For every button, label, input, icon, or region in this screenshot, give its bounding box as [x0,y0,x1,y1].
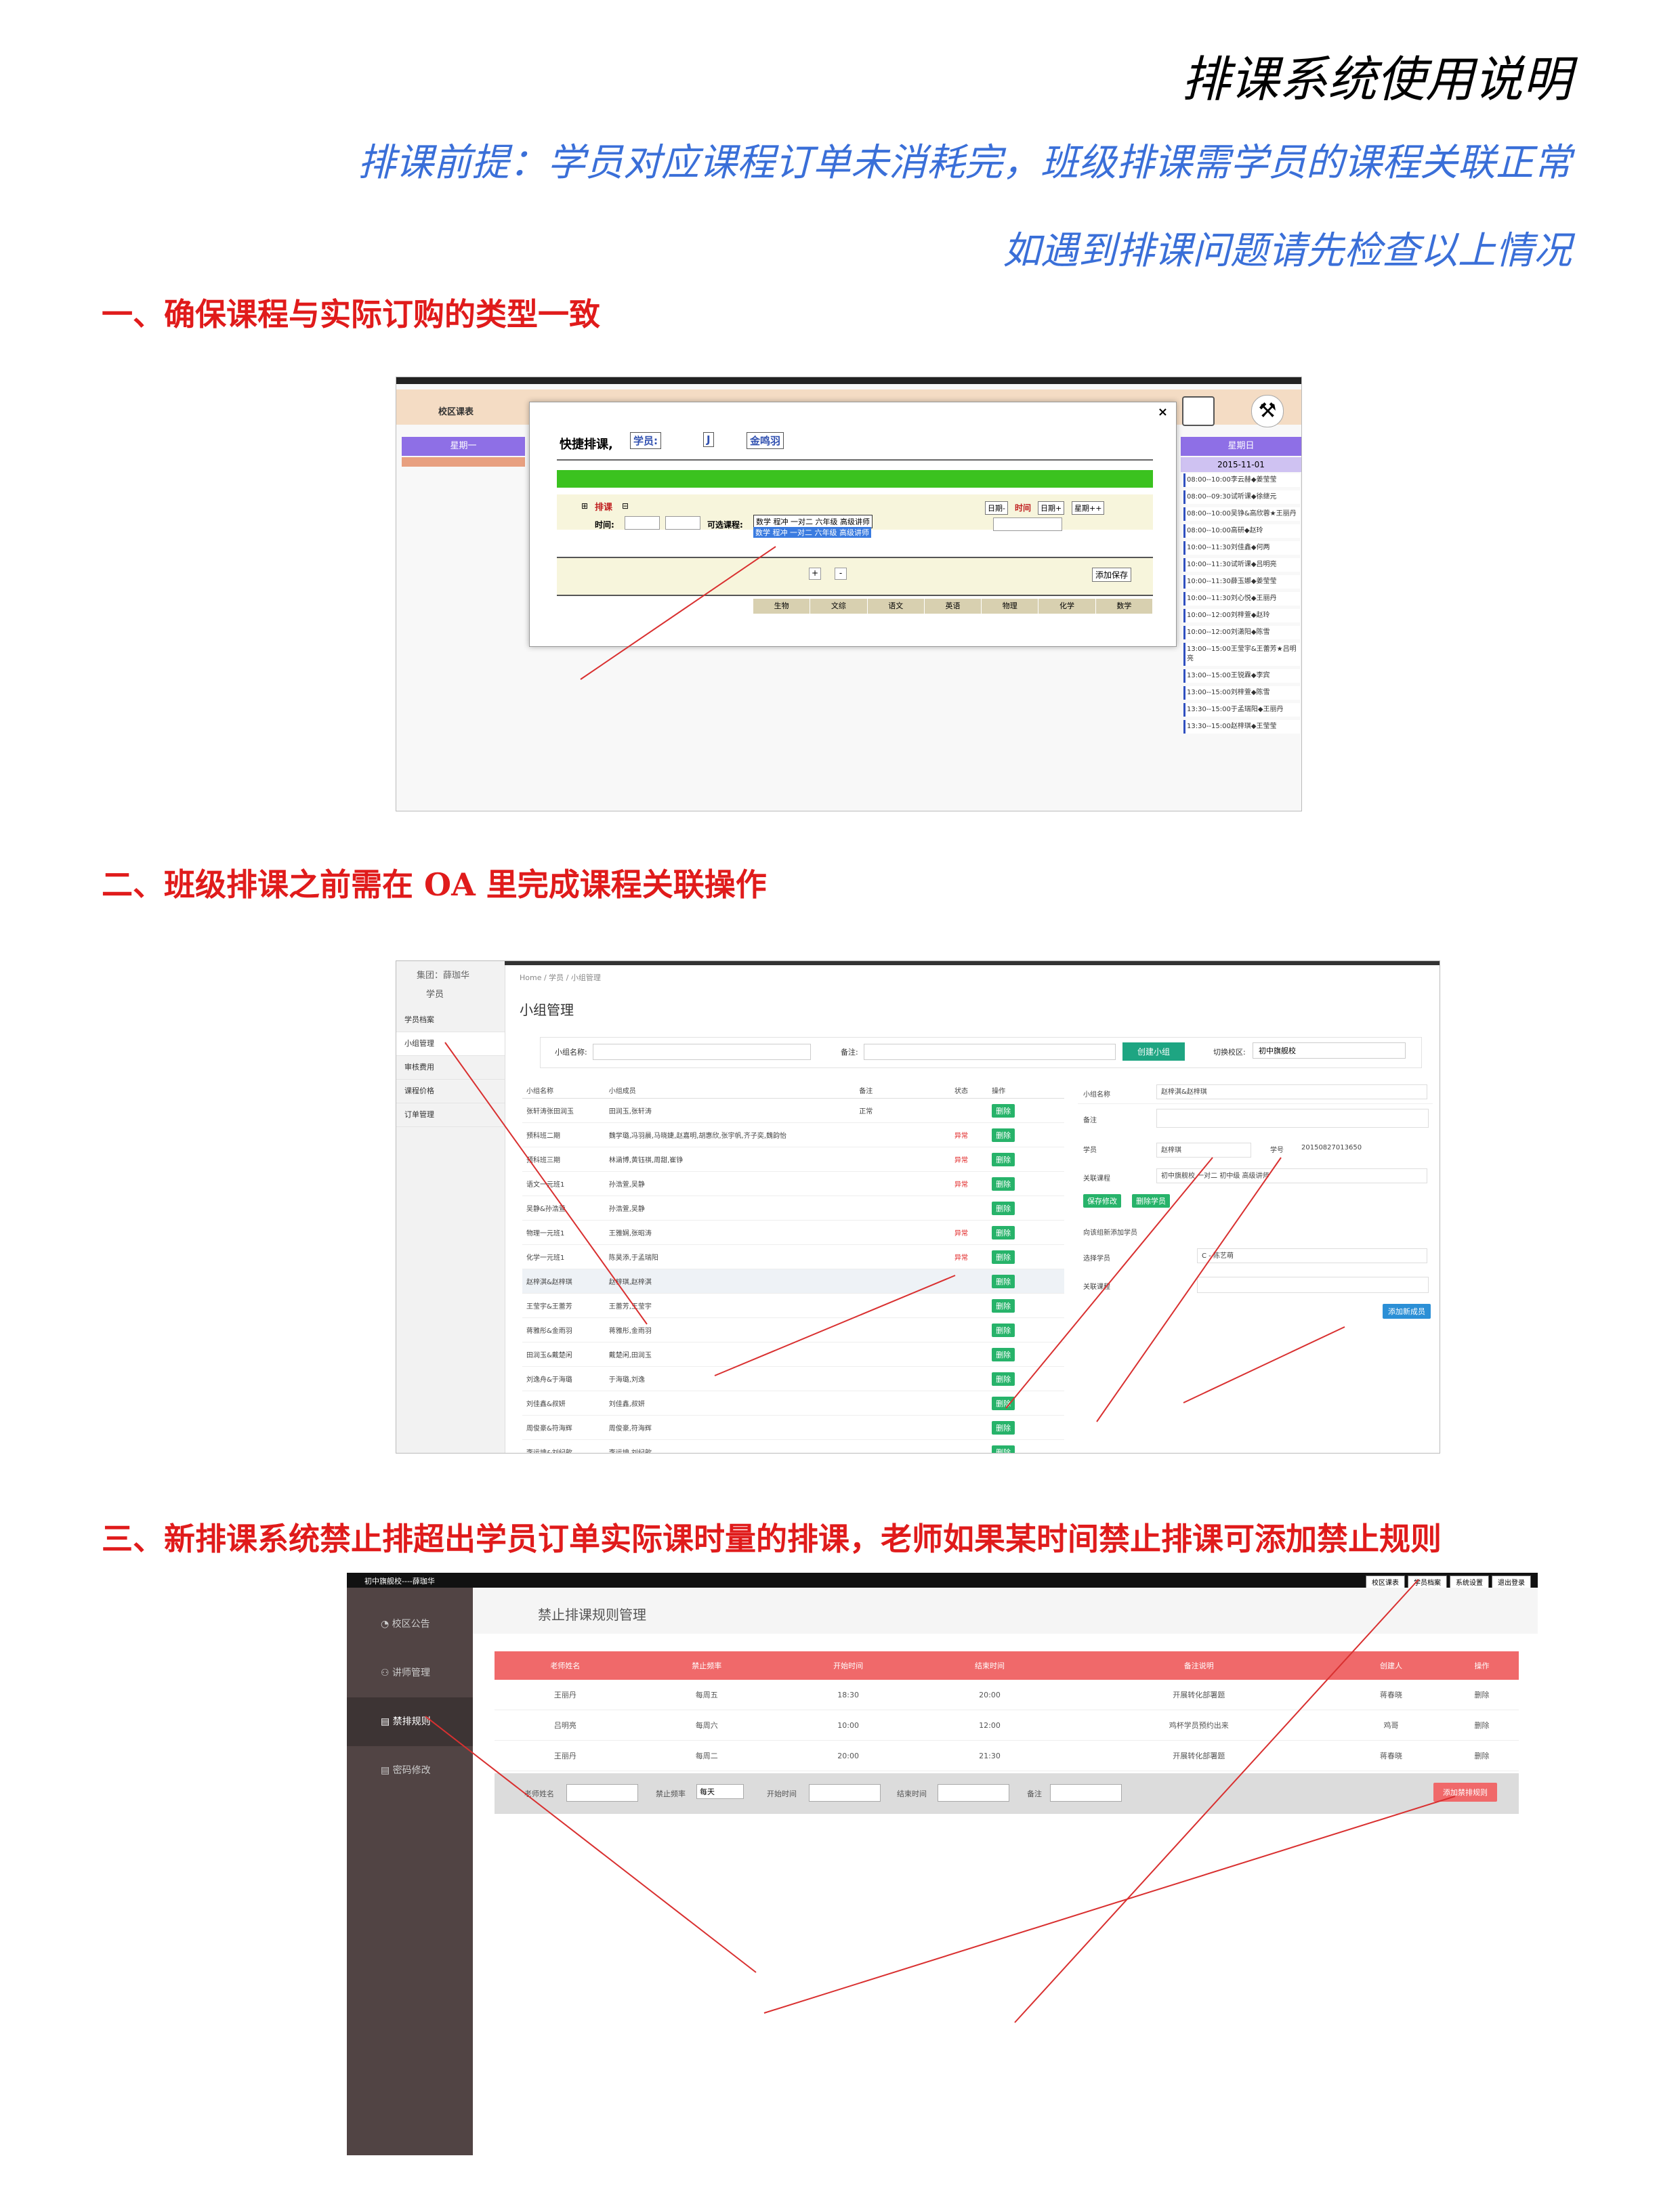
annotation-arrows [425,1579,1456,2023]
screenshot-quick-schedule: 校区课表 ⚒ 星期一 星期日 2015-11-01 08:00--10:00李云… [396,377,1302,811]
section-3-heading: 三、新排课系统禁止排超出学员订单实际课时量的排课，老师如果某时间禁止排课可添加禁… [102,1521,1442,1557]
annotation-arrow [580,546,776,680]
subtitle-check: 如遇到排课问题请先检查以上情况 [1003,229,1572,273]
screenshot-group-management: 集团：薛珈华 学员 学员档案 小组管理 审核费用 课程价格 订单管理 Home / 学员… [396,960,1440,1454]
section-1-heading: 一、确保课程与实际订购的类型一致 [102,296,600,333]
subtitle-premise: 排课前提：学员对应课程订单未消耗完，班级排课需学员的课程关联正常 [358,141,1572,185]
annotation-arrows [444,1042,1345,1422]
document-title: 排课系统使用说明 [1181,51,1572,108]
section-2-heading: 二、班级排课之前需在 OA 里完成课程关联操作 [102,866,767,903]
screenshot-forbidden-rules: 初中旗舰校----薛珈华 校区课表 学员档案 系统设置 退出登录 ◔ 校区公告 ⚇ 讲师… [337,1573,1538,2155]
